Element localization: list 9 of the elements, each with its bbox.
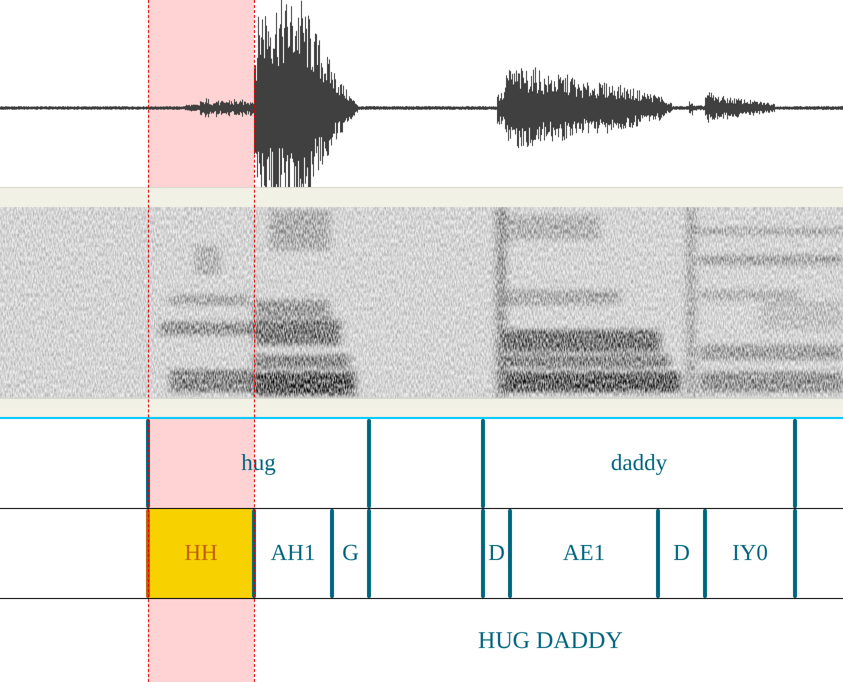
phone-interval[interactable]: AH1 bbox=[256, 509, 330, 598]
phone-interval[interactable]: D bbox=[485, 509, 508, 598]
phone-interval[interactable]: D bbox=[660, 509, 703, 598]
phone-interval[interactable]: AE1 bbox=[512, 509, 656, 598]
phone-interval[interactable]: G bbox=[334, 509, 367, 598]
word-interval[interactable]: hug bbox=[150, 419, 367, 508]
phone-interval[interactable]: IY0 bbox=[707, 509, 793, 598]
tier-text-label: HUG DADDY bbox=[478, 626, 623, 656]
word-interval[interactable]: daddy bbox=[485, 419, 793, 508]
